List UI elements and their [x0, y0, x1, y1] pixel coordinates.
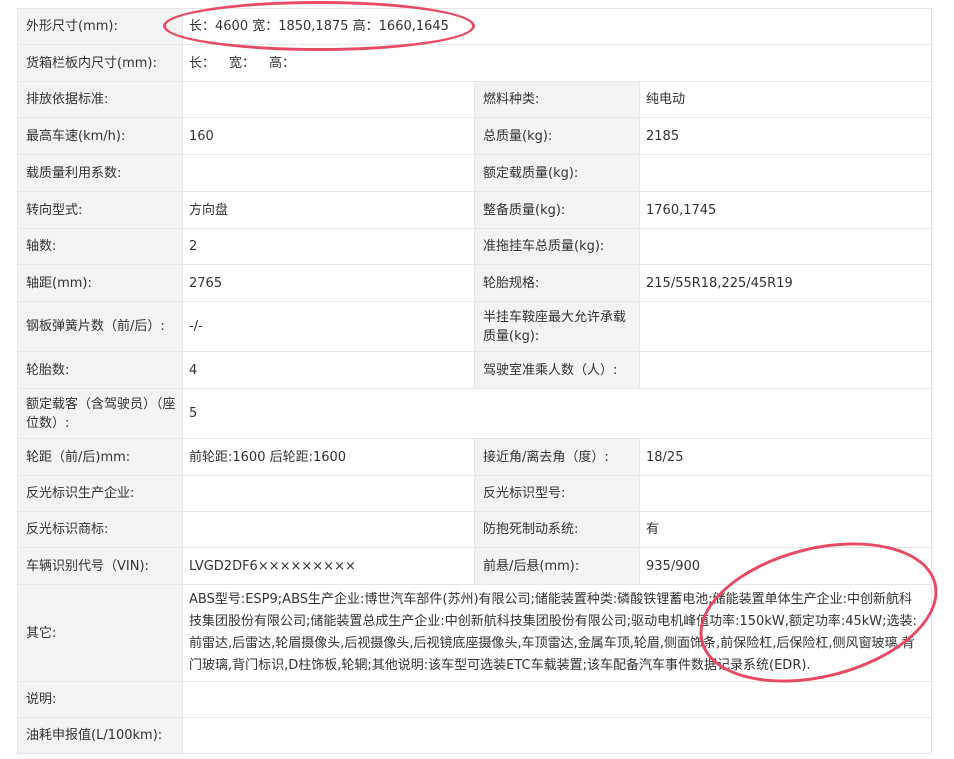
spec-label: 排放依据标准: [17, 81, 183, 118]
spec-label: 轴距(mm): [17, 264, 183, 302]
spec-value [639, 475, 932, 512]
spec-label: 轮胎数: [17, 351, 183, 389]
table-row: 货箱栏板内尺寸(mm): 长： 宽： 高： [17, 44, 932, 82]
spec-label-notes: 说明: [17, 681, 183, 718]
spec-label: 载质量利用系数: [17, 154, 183, 192]
spec-value [182, 511, 475, 548]
spec-label: 反光标识生产企业: [17, 475, 183, 512]
table-row: 轴距(mm): 2765 轮胎规格: 215/55R18,225/45R19 [17, 264, 932, 302]
spec-label: 驾驶室准乘人数（人）: [474, 351, 640, 389]
spec-label: 半挂车鞍座最大允许承载质量(kg): [474, 301, 640, 352]
table-row: 轴数: 2 准拖挂车总质量(kg): [17, 228, 932, 265]
spec-label-dimensions: 外形尺寸(mm): [17, 8, 183, 45]
table-row: 其它: ABS型号:ESP9;ABS生产企业:博世汽车部件(苏州)有限公司;储能… [17, 584, 932, 682]
spec-value-other: ABS型号:ESP9;ABS生产企业:博世汽车部件(苏州)有限公司;储能装置种类… [182, 584, 932, 682]
spec-value: 215/55R18,225/45R19 [639, 264, 932, 302]
spec-label: 额定载质量(kg): [474, 154, 640, 192]
spec-value [182, 81, 475, 118]
table-row: 轮胎数: 4 驾驶室准乘人数（人）: [17, 351, 932, 389]
spec-label: 反光标识型号: [474, 475, 640, 512]
table-row: 额定载客（含驾驶员）（座位数）: 5 [17, 388, 932, 439]
spec-label: 整备质量(kg): [474, 191, 640, 229]
table-row: 钢板弹簧片数（前/后）: -/- 半挂车鞍座最大允许承载质量(kg): [17, 301, 932, 352]
spec-label: 轮距（前/后)mm: [17, 438, 183, 476]
spec-label-fuel-consumption: 油耗申报值(L/100km): [17, 717, 183, 754]
spec-value: LVGD2DF6××××××××× [182, 547, 475, 585]
cargo-width: 宽： [229, 55, 256, 71]
table-row: 车辆识别代号（VIN): LVGD2DF6××××××××× 前悬/后悬(mm)… [17, 547, 932, 585]
spec-value-fuel-consumption [182, 717, 932, 754]
spec-label: 准拖挂车总质量(kg): [474, 228, 640, 265]
spec-label: 车辆识别代号（VIN): [17, 547, 183, 585]
spec-value: 前轮距:1600 后轮距:1600 [182, 438, 475, 476]
spec-value: 160 [182, 117, 475, 155]
spec-value: 935/900 [639, 547, 932, 585]
spec-label-other: 其它: [17, 584, 183, 682]
spec-label: 接近角/离去角（度）: [474, 438, 640, 476]
spec-value [639, 351, 932, 389]
spec-value [639, 154, 932, 192]
table-row: 最高车速(km/h): 160 总质量(kg): 2185 [17, 117, 932, 155]
spec-value: 1760,1745 [639, 191, 932, 229]
spec-value-dimensions: 长：4600 宽：1850,1875 高：1660,1645 [182, 8, 932, 45]
cargo-height: 高： [269, 55, 296, 71]
spec-label-seats: 额定载客（含驾驶员）（座位数）: [17, 388, 183, 439]
table-row: 转向型式: 方向盘 整备质量(kg): 1760,1745 [17, 191, 932, 229]
spec-value: 2185 [639, 117, 932, 155]
table-row: 轮距（前/后)mm: 前轮距:1600 后轮距:1600 接近角/离去角（度）:… [17, 438, 932, 476]
spec-value: 18/25 [639, 438, 932, 476]
table-row: 油耗申报值(L/100km): [17, 717, 932, 754]
table-row: 反光标识生产企业: 反光标识型号: [17, 475, 932, 512]
spec-value: -/- [182, 301, 475, 352]
spec-value: 有 [639, 511, 932, 548]
spec-value [182, 475, 475, 512]
spec-value [639, 301, 932, 352]
spec-label: 钢板弹簧片数（前/后）: [17, 301, 183, 352]
table-row: 载质量利用系数: 额定载质量(kg): [17, 154, 932, 192]
spec-value: 2765 [182, 264, 475, 302]
spec-label-cargo-box: 货箱栏板内尺寸(mm): [17, 44, 183, 82]
spec-label: 燃料种类: [474, 81, 640, 118]
spec-value: 2 [182, 228, 475, 265]
spec-value: 4 [182, 351, 475, 389]
spec-label: 总质量(kg): [474, 117, 640, 155]
table-row: 外形尺寸(mm): 长：4600 宽：1850,1875 高：1660,1645 [17, 8, 932, 45]
spec-label: 轮胎规格: [474, 264, 640, 302]
spec-value-notes [182, 681, 932, 718]
spec-label: 最高车速(km/h): [17, 117, 183, 155]
spec-value: 方向盘 [182, 191, 475, 229]
spec-value: 纯电动 [639, 81, 932, 118]
spec-value-seats: 5 [182, 388, 932, 439]
table-row: 排放依据标准: 燃料种类: 纯电动 [17, 81, 932, 118]
spec-value [182, 154, 475, 192]
spec-label: 反光标识商标: [17, 511, 183, 548]
vehicle-spec-table: 外形尺寸(mm): 长：4600 宽：1850,1875 高：1660,1645… [17, 8, 932, 754]
table-row: 反光标识商标: 防抱死制动系统: 有 [17, 511, 932, 548]
spec-label: 防抱死制动系统: [474, 511, 640, 548]
spec-value [639, 228, 932, 265]
cargo-length: 长： [189, 55, 216, 71]
spec-label: 轴数: [17, 228, 183, 265]
table-row: 说明: [17, 681, 932, 718]
spec-label: 转向型式: [17, 191, 183, 229]
spec-value-cargo-box: 长： 宽： 高： [182, 44, 932, 82]
spec-label: 前悬/后悬(mm): [474, 547, 640, 585]
